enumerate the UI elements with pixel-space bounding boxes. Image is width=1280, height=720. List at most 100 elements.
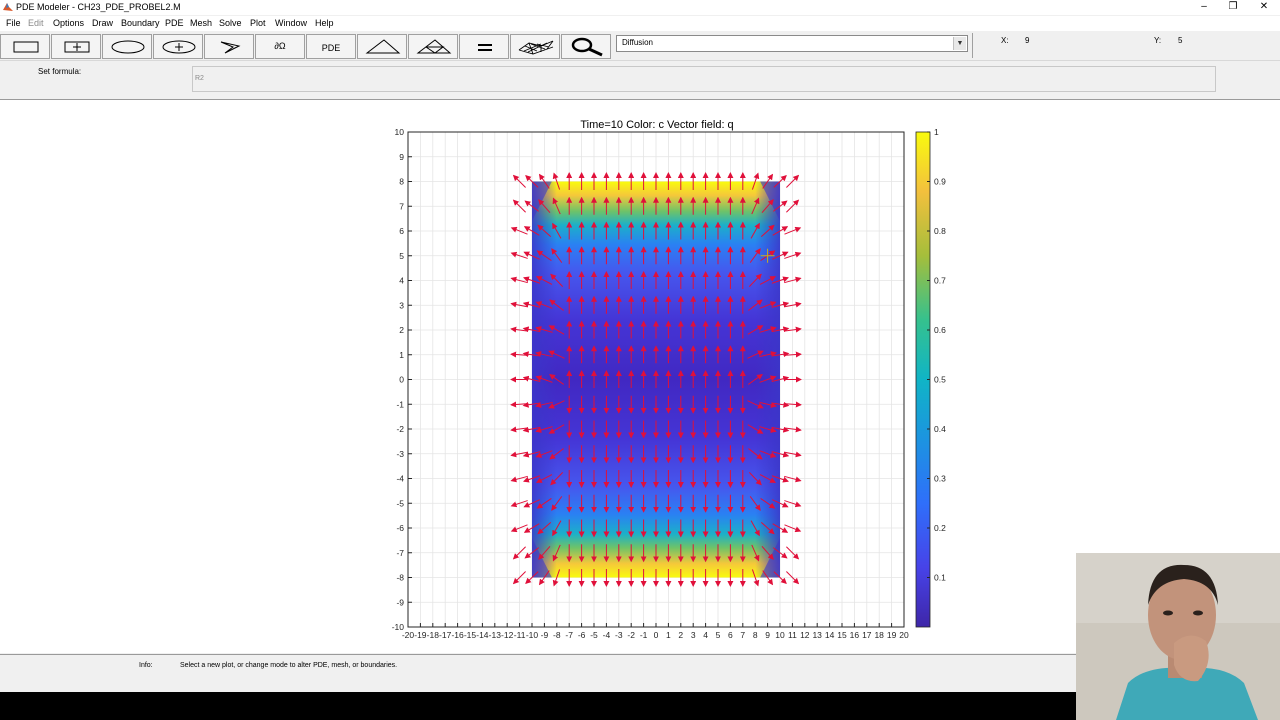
draw-ellipse-button[interactable] [102,34,152,59]
title-bar: PDE Modeler - CH23_PDE_PROBEL2.M – ❐ ✕ [0,0,1280,15]
solve-pde-button[interactable] [459,34,509,59]
colorbar-tick-label: 0.1 [934,573,946,583]
zoom-icon [571,37,603,57]
triangle-mesh-icon [365,39,401,54]
colorbar-tick-label: 0.8 [934,226,946,236]
x-tick-label: -7 [565,630,573,640]
x-tick-label: -4 [603,630,611,640]
y-tick-label: -8 [396,573,404,583]
colorbar-tick-label: 1 [934,127,939,137]
y-tick-label: 9 [399,152,404,162]
x-tick-label: 20 [899,630,909,640]
x-tick-label: 11 [788,630,797,640]
x-tick-label: -11 [514,630,526,640]
rectangle-icon [13,41,39,53]
x-tick-label: -1 [640,630,648,640]
y-tick-label: 7 [399,201,404,211]
x-tick-label: -15 [464,630,477,640]
x-tick-label: 16 [850,630,860,640]
draw-centered-ellipse-button[interactable] [153,34,203,59]
colorbar-tick-label: 0.2 [934,523,946,533]
set-formula-label: Set formula: [38,67,82,76]
x-coordinate-value: 9 [1025,36,1030,45]
x-tick-label: 17 [862,630,872,640]
x-tick-label: 19 [887,630,897,640]
x-tick-label: -16 [451,630,464,640]
x-tick-label: -17 [439,630,452,640]
y-tick-label: 0 [399,375,404,385]
x-tick-label: 7 [740,630,745,640]
draw-rectangle-button[interactable] [0,34,50,59]
colorbar-tick-label: 0.7 [934,276,946,286]
colorbar-tick-label: 0.9 [934,177,946,187]
x-tick-label: -13 [489,630,502,640]
chevron-down-icon[interactable]: ▼ [953,37,966,50]
x-tick-label: 12 [800,630,810,640]
x-tick-label: 18 [874,630,884,640]
y-tick-label: -10 [392,622,405,632]
menu-window[interactable]: Window [275,18,307,28]
colorbar-tick-label: 0.4 [934,424,946,434]
y-tick-label: 2 [399,325,404,335]
menu-file[interactable]: File [6,18,21,28]
centered-rectangle-icon [64,41,90,53]
y-tick-label: 4 [399,276,404,286]
menu-draw[interactable]: Draw [92,18,113,28]
y-tick-label: 6 [399,226,404,236]
boundary-mode-button[interactable]: ∂Ω [255,34,305,59]
y-tick-label: -2 [396,424,404,434]
x-tick-label: -9 [541,630,549,640]
y-tick-label: -1 [396,399,404,409]
ellipse-icon [111,40,145,54]
plot-solution-button[interactable] [510,34,560,59]
refined-mesh-icon [416,39,452,54]
y-tick-label: 3 [399,300,404,310]
initialize-mesh-button[interactable] [357,34,407,59]
x-tick-label: 14 [825,630,835,640]
pde-specification-button[interactable]: PDE [306,34,356,59]
x-tick-label: 8 [753,630,758,640]
zoom-button[interactable] [561,34,611,59]
centered-ellipse-icon [162,40,196,54]
menu-pde[interactable]: PDE [165,18,184,28]
x-tick-label: 4 [703,630,708,640]
x-tick-label: -19 [414,630,427,640]
matlab-app-icon [3,3,13,11]
menu-mesh[interactable]: Mesh [190,18,212,28]
x-coordinate-label: X: [1001,36,1009,45]
y-tick-label: 8 [399,177,404,187]
info-label: Info: [139,662,153,669]
menu-options[interactable]: Options [53,18,84,28]
equals-icon [478,44,492,51]
x-tick-label: -5 [590,630,598,640]
y-tick-label: 10 [395,127,405,137]
x-tick-label: 15 [837,630,847,640]
draw-centered-rectangle-button[interactable] [51,34,101,59]
menu-edit[interactable]: Edit [28,18,44,28]
pde-icon: PDE [321,43,341,53]
plot-axes: -20 -19 -18 -17 -16 -15 -14 -13 -12 -11 -10 -9 -8 -7-… [392,127,909,640]
close-button[interactable]: ✕ [1250,0,1278,15]
plot-title: Time=10 Color: c Vector field: q [580,119,733,131]
colorbar-tick-label: 0.6 [934,325,946,335]
menu-boundary[interactable]: Boundary [121,18,160,28]
draw-polygon-button[interactable] [204,34,254,59]
set-formula-value: R2 [195,75,204,82]
x-tick-label: 1 [666,630,671,640]
x-tick-label: -14 [476,630,489,640]
application-mode-select[interactable]: Diffusion ▼ [616,35,968,52]
coordinate-readout: X: 9 Y: 5 [972,33,1280,58]
set-formula-input[interactable]: R2 [192,66,1216,92]
refine-mesh-button[interactable] [408,34,458,59]
restore-button[interactable]: ❐ [1219,0,1247,15]
x-tick-label: 2 [678,630,683,640]
x-tick-label: -6 [578,630,586,640]
formula-bar: Set formula: R2 [0,61,1280,100]
menu-help[interactable]: Help [315,18,334,28]
menu-plot[interactable]: Plot [250,18,266,28]
menu-solve[interactable]: Solve [219,18,242,28]
x-tick-label: 6 [728,630,733,640]
polygon-icon [220,41,241,54]
minimize-button[interactable]: – [1190,0,1218,15]
x-tick-label: 13 [812,630,822,640]
